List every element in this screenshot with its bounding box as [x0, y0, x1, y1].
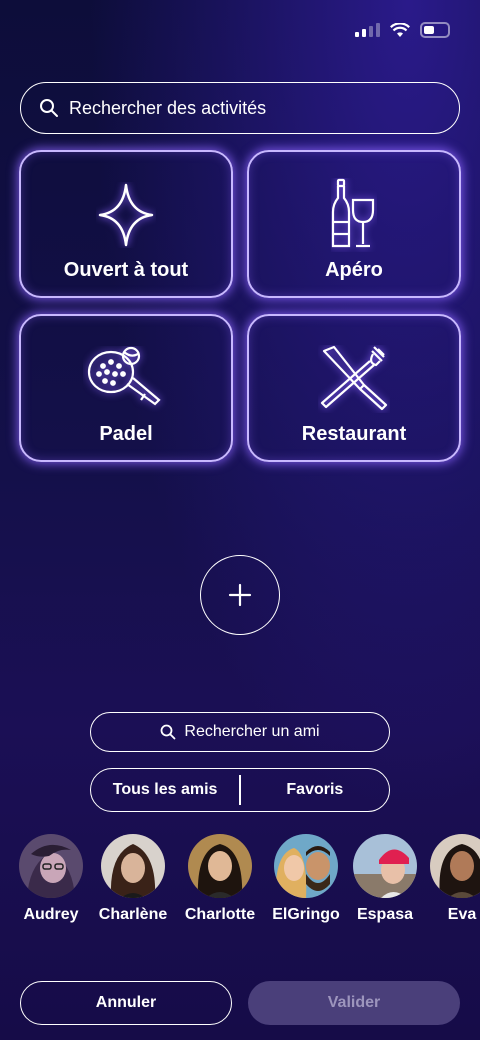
activity-label: Ouvert à tout: [63, 259, 189, 281]
cancel-button[interactable]: Annuler: [20, 981, 232, 1025]
padel-racket-icon: [87, 346, 161, 405]
activity-search-input[interactable]: Rechercher des activités: [20, 82, 460, 134]
avatar: [353, 834, 417, 898]
friend-item[interactable]: Eva: [420, 834, 480, 924]
wifi-icon: [390, 22, 410, 37]
signal-icon: [355, 23, 380, 37]
avatar: [19, 834, 83, 898]
activity-tile-apero[interactable]: Apéro: [247, 150, 461, 298]
activity-tile-restaurant[interactable]: Restaurant: [247, 314, 461, 462]
friends-list: Audrey Charlène Charlotte ElGringo Espas…: [0, 834, 480, 934]
activity-tile-open[interactable]: Ouvert à tout: [19, 150, 233, 298]
avatar: [274, 834, 338, 898]
friend-item[interactable]: Charlotte: [178, 834, 262, 924]
friend-name: ElGringo: [272, 906, 340, 923]
fork-knife-icon: [320, 345, 388, 410]
tab-all-friends[interactable]: Tous les amis: [91, 781, 239, 799]
activity-label: Padel: [99, 423, 153, 445]
battery-icon: [420, 22, 450, 38]
friend-name: Espasa: [356, 906, 414, 923]
activity-tile-padel[interactable]: Padel: [19, 314, 233, 462]
activity-label: Restaurant: [301, 423, 407, 445]
avatar: [188, 834, 252, 898]
avatar: [101, 834, 165, 898]
friend-name: Charlène: [98, 906, 168, 923]
friend-item[interactable]: Audrey: [9, 834, 93, 924]
activity-label: Apéro: [325, 259, 383, 281]
avatar: [430, 834, 480, 898]
friend-name: Charlotte: [184, 906, 256, 923]
validate-button[interactable]: Valider: [248, 981, 460, 1025]
activity-search-placeholder: Rechercher des activités: [69, 97, 267, 118]
friend-item[interactable]: Charlène: [91, 834, 175, 924]
tab-favorites[interactable]: Favoris: [241, 781, 389, 799]
add-activity-button[interactable]: [200, 555, 280, 635]
friend-name: Eva: [447, 906, 477, 923]
sparkle-icon: [98, 183, 154, 246]
search-icon: [161, 724, 176, 740]
friend-item[interactable]: Espasa: [343, 834, 427, 924]
status-bar: [0, 0, 480, 60]
status-icons: [355, 22, 450, 38]
friend-search-button[interactable]: Rechercher un ami: [90, 712, 390, 752]
plus-icon: [228, 583, 252, 607]
search-icon: [40, 99, 58, 117]
friend-name: Audrey: [23, 906, 79, 923]
friends-filter-segment: Tous les amis Favoris: [90, 768, 390, 812]
friend-search-label: Rechercher un ami: [184, 723, 320, 740]
wine-icon: [331, 178, 375, 247]
friend-item[interactable]: ElGringo: [264, 834, 348, 924]
